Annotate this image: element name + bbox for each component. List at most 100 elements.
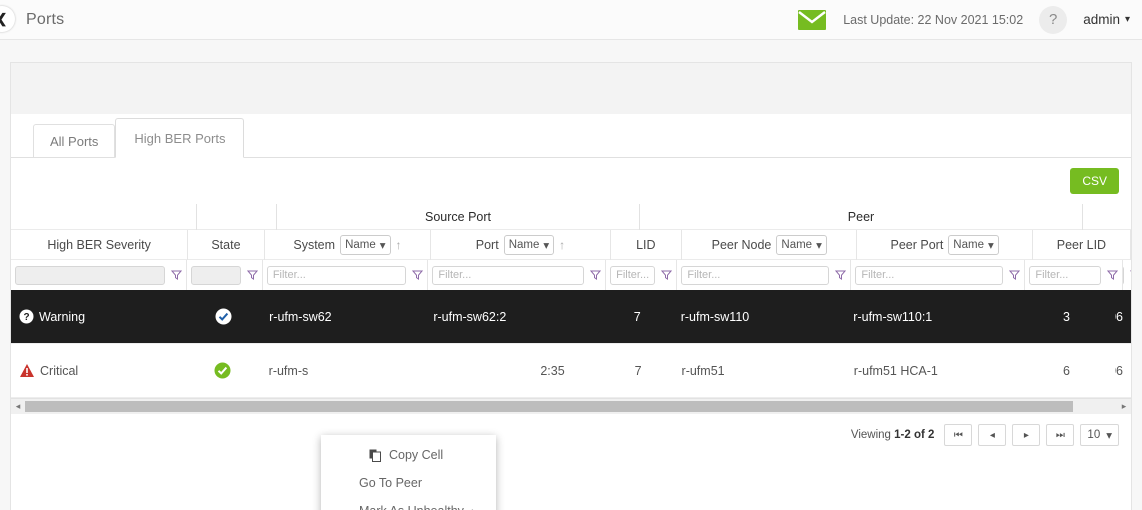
- page-size-select[interactable]: 10 ▾: [1080, 424, 1119, 446]
- peer-port-name-select[interactable]: Name ▾: [948, 235, 998, 255]
- grid-filter-row: [11, 260, 1131, 290]
- peer-node-name-select-value: Name: [781, 239, 812, 251]
- top-bar-actions: Last Update: 22 Nov 2021 15:02 ? admin ▾: [797, 6, 1142, 34]
- context-menu-item-go-to-peer-label: Go To Peer: [359, 476, 422, 490]
- table-row[interactable]: Critical r-ufm-s 2:35 7 r-ufm51 r-ufm51 …: [11, 344, 1131, 398]
- funnel-icon[interactable]: [1009, 270, 1020, 280]
- column-header-state[interactable]: State: [188, 230, 264, 260]
- tab-high-ber-ports[interactable]: High BER Ports: [115, 118, 244, 158]
- filter-input-system[interactable]: [267, 266, 407, 285]
- tab-all-ports-label: All Ports: [50, 134, 98, 149]
- last-page-button[interactable]: ⏭: [1046, 424, 1074, 446]
- filter-cell-system: [263, 260, 429, 290]
- cell-severity: Critical: [11, 344, 185, 398]
- filter-cell-peer-port: [851, 260, 1025, 290]
- funnel-icon[interactable]: [247, 270, 258, 280]
- system-sort-icon[interactable]: ↑: [396, 238, 402, 252]
- filter-cell-peer-lid: [1025, 260, 1123, 290]
- check-circle-icon: [214, 362, 231, 379]
- funnel-icon[interactable]: [590, 270, 601, 280]
- chevron-left-icon: ❮: [0, 11, 7, 27]
- cell-peer-node: r-ufm51: [674, 344, 846, 398]
- chevron-down-icon: ▾: [1106, 428, 1112, 442]
- funnel-icon[interactable]: [412, 270, 423, 280]
- svg-text:?: ?: [23, 312, 29, 323]
- peer-node-name-select[interactable]: Name ▾: [776, 235, 826, 255]
- table-row[interactable]: ? Warning r-ufm-sw62 r-ufm-sw62:2 7 r-uf…: [11, 290, 1131, 344]
- cell-system: r-ufm-s: [261, 344, 425, 398]
- context-menu-item-copy-cell-label: Copy Cell: [389, 448, 443, 462]
- filter-input-peer-node[interactable]: [681, 266, 829, 285]
- context-menu-item-mark-as-unhealthy[interactable]: Mark As Unhealthy ▸: [321, 497, 496, 510]
- cell-system: r-ufm-sw62: [261, 290, 425, 344]
- filter-input-mtu[interactable]: [1123, 266, 1125, 285]
- port-sort-icon[interactable]: ↑: [559, 238, 565, 252]
- cell-peer-node: r-ufm-sw110: [673, 290, 846, 344]
- context-menu: Copy Cell Go To Peer Mark As Unhealthy ▸…: [321, 435, 496, 510]
- funnel-icon[interactable]: [1130, 270, 1131, 280]
- group-header-blank-1: [11, 204, 197, 230]
- funnel-icon[interactable]: [171, 270, 182, 280]
- scrollbar-track[interactable]: [25, 401, 1117, 412]
- system-name-select[interactable]: Name ▾: [340, 235, 390, 255]
- funnel-icon[interactable]: [835, 270, 846, 280]
- cell-port: r-ufm-sw62:2: [425, 290, 601, 344]
- filter-input-peer-port[interactable]: [855, 266, 1003, 285]
- scrollbar-thumb[interactable]: [25, 401, 1073, 412]
- filter-cell-lid: [606, 260, 677, 290]
- column-header-lid[interactable]: LID: [611, 230, 683, 260]
- context-menu-item-copy-cell[interactable]: Copy Cell: [321, 441, 496, 469]
- ports-grid: Source Port Peer High BER Severity State…: [11, 204, 1131, 456]
- csv-export-button[interactable]: CSV: [1070, 168, 1119, 194]
- viewing-text: Viewing: [851, 429, 891, 441]
- tab-high-ber-ports-label: High BER Ports: [134, 131, 225, 146]
- system-name-select-value: Name: [345, 239, 376, 251]
- cell-lid: 7: [603, 344, 674, 398]
- cell-mtu: 4096: [1115, 290, 1131, 344]
- chevron-down-icon: ▾: [1125, 14, 1130, 25]
- grid-group-header-row: Source Port Peer: [11, 204, 1131, 230]
- pagination-bar: Viewing 1-2 of 2 ⏮ ◂ ▸ ⏭ 10 ▾: [11, 414, 1131, 456]
- tab-all-ports[interactable]: All Ports: [33, 124, 115, 158]
- column-header-peer-node-label: Peer Node: [712, 238, 772, 252]
- sidebar-collapse-button[interactable]: ❮: [0, 6, 15, 32]
- column-header-peer-node[interactable]: Peer Node Name ▾: [682, 230, 857, 260]
- page-title: Ports: [26, 11, 64, 29]
- viewing-label: Viewing 1-2 of 2: [851, 429, 935, 441]
- filter-select-state[interactable]: [191, 266, 241, 285]
- filter-input-port[interactable]: [432, 266, 584, 285]
- column-header-peer-port[interactable]: Peer Port Name ▾: [857, 230, 1032, 260]
- help-button[interactable]: ?: [1039, 6, 1067, 34]
- filter-cell-peer-node: [677, 260, 851, 290]
- column-header-peer-lid-label: Peer LID: [1057, 238, 1106, 252]
- filter-input-lid[interactable]: [610, 266, 655, 285]
- port-name-select[interactable]: Name ▾: [504, 235, 554, 255]
- prev-page-button[interactable]: ◂: [978, 424, 1006, 446]
- column-header-port[interactable]: Port Name ▾ ↑: [431, 230, 610, 260]
- filter-select-high-ber-severity[interactable]: [15, 266, 165, 285]
- tab-bar: All Ports High BER Ports: [11, 114, 1131, 158]
- cell-peer-port: r-ufm-sw110:1: [845, 290, 1018, 344]
- scroll-left-arrow-icon[interactable]: ◂: [11, 401, 25, 412]
- filter-input-peer-lid[interactable]: [1029, 266, 1101, 285]
- user-menu[interactable]: admin ▾: [1083, 12, 1130, 27]
- cell-peer-port: r-ufm51 HCA-1: [846, 344, 1018, 398]
- column-header-peer-port-label: Peer Port: [890, 238, 943, 252]
- mail-icon[interactable]: [797, 9, 827, 31]
- panel-header-band: [10, 62, 1132, 114]
- funnel-icon[interactable]: [661, 270, 672, 280]
- funnel-icon[interactable]: [1107, 270, 1118, 280]
- filter-cell-port: [428, 260, 606, 290]
- column-header-high-ber-severity[interactable]: High BER Severity: [11, 230, 188, 260]
- column-header-peer-lid[interactable]: Peer LID: [1033, 230, 1131, 260]
- next-page-button[interactable]: ▸: [1012, 424, 1040, 446]
- scroll-right-arrow-icon[interactable]: ▸: [1117, 401, 1131, 412]
- column-header-system[interactable]: System Name ▾ ↑: [265, 230, 432, 260]
- context-menu-item-go-to-peer[interactable]: Go To Peer: [321, 469, 496, 497]
- group-header-source-port: Source Port: [277, 204, 640, 230]
- last-update-label: Last Update: 22 Nov 2021 15:02: [843, 13, 1023, 27]
- context-menu-item-mark-as-unhealthy-label: Mark As Unhealthy: [359, 504, 464, 510]
- horizontal-scrollbar[interactable]: ◂ ▸: [11, 398, 1131, 414]
- first-page-button[interactable]: ⏮: [944, 424, 972, 446]
- mail-icon-svg: [797, 9, 827, 31]
